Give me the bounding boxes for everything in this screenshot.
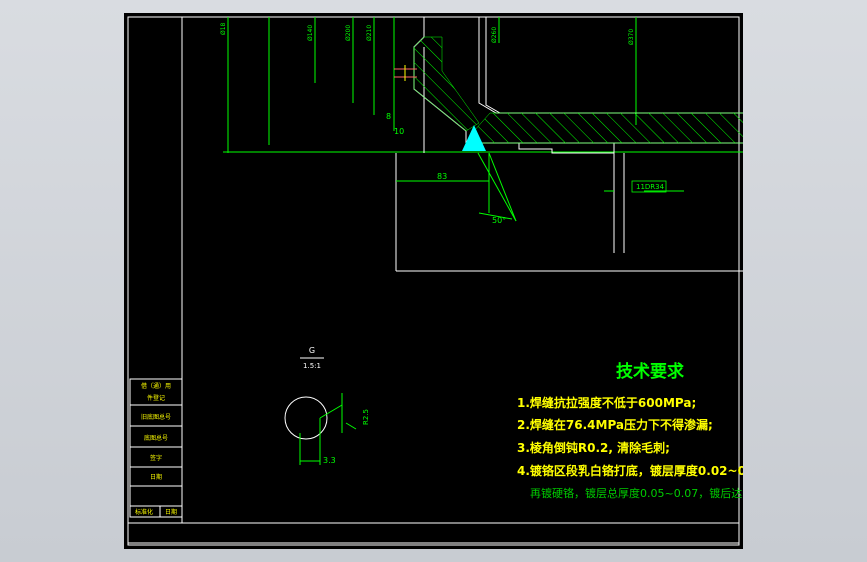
tech-requirement-3: 3.棱角倒钝R0.2, 清除毛刺; <box>517 440 670 455</box>
tech-requirements-title: 技术要求 <box>616 361 684 382</box>
svg-text:Ø370: Ø370 <box>628 29 635 45</box>
detail-view-label: G <box>309 346 315 355</box>
svg-text:Ø260: Ø260 <box>491 27 498 43</box>
side-table-row-6: 日期 <box>150 473 162 481</box>
dimension-50deg: 50° <box>492 216 506 225</box>
hatch-region-tube <box>465 112 743 144</box>
side-table-row-4: 底图总号 <box>144 434 168 442</box>
svg-text:Ø200: Ø200 <box>345 25 352 41</box>
drawing-canvas: 借（通）用 件登记 旧底图总号 底图总号 签字 日期 标准化 日期 Ø18 Ø1… <box>127 16 743 546</box>
svg-text:Ø18: Ø18 <box>220 22 227 35</box>
svg-text:Ø210: Ø210 <box>366 25 373 41</box>
side-table-bottom-right: 日期 <box>165 508 177 516</box>
side-table-row-2: 件登记 <box>147 394 165 402</box>
detail-dimension-r2-5: R2.5 <box>362 409 370 425</box>
detail-view-scale: 1.5:1 <box>303 362 321 370</box>
tech-requirement-2: 2.焊缝在76.4MPa压力下不得渗漏; <box>517 417 713 432</box>
detail-dimension-3-3: 3.3 <box>323 456 336 465</box>
part-outline <box>395 17 743 272</box>
svg-text:Ø140: Ø140 <box>307 25 314 41</box>
tech-requirement-1: 1.焊缝抗拉强度不低于600MPa; <box>517 395 696 410</box>
dimension-10: 10 <box>394 127 404 136</box>
dimension-8: 8 <box>386 112 391 121</box>
side-table-row-1: 借（通）用 <box>141 382 171 390</box>
dimension-83: 83 <box>437 172 447 181</box>
tech-requirement-continuation: 再镀硬铬，镀层总厚度0.05~0.07，镀后达图 <box>530 486 743 500</box>
side-table-row-7: 标准化 <box>135 508 153 516</box>
reference-callout: 11DR34 <box>636 183 665 191</box>
side-table-row-3: 旧底图总号 <box>141 413 171 421</box>
tech-requirement-4: 4.镀铬区段乳白铬打底，镀层厚度0.02~0.03, <box>517 463 743 478</box>
side-table-row-5: 签字 <box>150 454 162 462</box>
detail-dimension-lines <box>299 393 357 465</box>
drawing-sheet[interactable]: 借（通）用 件登记 旧底图总号 底图总号 签字 日期 标准化 日期 Ø18 Ø1… <box>124 13 743 549</box>
